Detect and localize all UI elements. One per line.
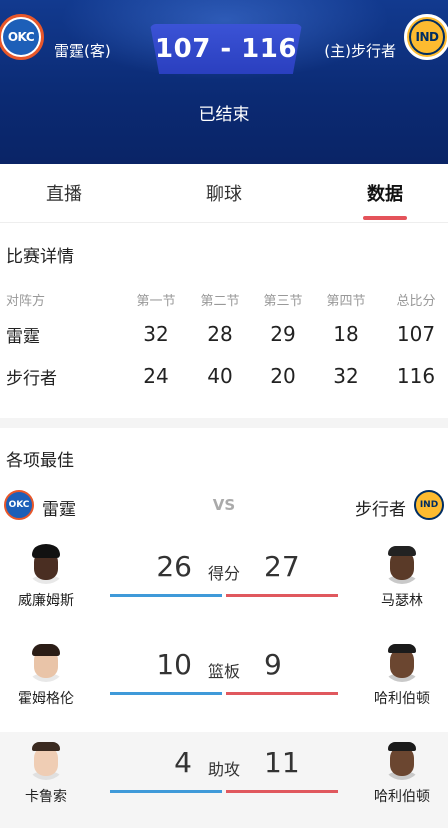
row-q4: 18 — [333, 322, 359, 346]
header-q4: 第四节 — [326, 294, 366, 309]
stat-label: 助攻 — [207, 760, 240, 779]
right-stat-bar — [226, 594, 338, 597]
right-team-name: 步行者 — [355, 500, 406, 520]
vs-row: OKC 雷霆 VS 步行者 IND — [0, 486, 448, 526]
header-q2: 第二节 — [200, 294, 240, 309]
left-stat-bar — [110, 594, 222, 597]
home-logo-text: IND — [409, 19, 445, 55]
stat-label: 篮板 — [207, 662, 240, 681]
stat-rebounds-block: 霍姆格伦 10 篮板 9 哈利伯顿 — [0, 634, 448, 730]
left-player-name[interactable]: 威廉姆斯 — [0, 590, 101, 610]
left-stat-bar — [110, 692, 222, 695]
header-total: 总比分 — [396, 294, 436, 309]
game-status: 已结束 — [198, 105, 250, 125]
best-players-title: 各项最佳 — [6, 451, 74, 471]
right-stat-bar — [226, 790, 338, 793]
right-stat-value: 11 — [264, 746, 300, 779]
home-team-logo[interactable]: IND — [404, 14, 448, 60]
right-player-name[interactable]: 哈利伯顿 — [347, 688, 448, 708]
header-q3: 第三节 — [263, 294, 303, 309]
row-total: 116 — [396, 364, 436, 388]
left-player-avatar[interactable] — [26, 740, 66, 780]
row-q1: 24 — [143, 364, 169, 388]
home-team-name[interactable]: (主)步行者 — [324, 40, 396, 61]
game-header: OKC 雷霆(客) 107 - 116 (主)步行者 IND 已结束 — [0, 0, 448, 164]
right-stat-value: 27 — [264, 550, 300, 583]
row-team: 雷霆 — [6, 327, 40, 347]
stat-assists-block: 卡鲁索 4 助攻 11 哈利伯顿 — [0, 732, 448, 828]
score-display: 107 - 116 — [150, 24, 302, 74]
left-player-name[interactable]: 霍姆格伦 — [0, 688, 101, 708]
tab-live[interactable]: 直播 — [14, 164, 114, 222]
left-stat-value: 10 — [156, 648, 192, 681]
active-tab-indicator — [363, 216, 407, 220]
away-logo-text: OKC — [3, 19, 39, 55]
right-player-name[interactable]: 马瑟林 — [347, 590, 448, 610]
left-player-avatar[interactable] — [26, 544, 66, 584]
right-player-avatar[interactable] — [382, 740, 422, 780]
right-stat-value: 9 — [264, 648, 282, 681]
right-player-name[interactable]: 哈利伯顿 — [347, 786, 448, 806]
left-stat-value: 4 — [174, 746, 192, 779]
row-q2: 40 — [207, 364, 233, 388]
left-player-name[interactable]: 卡鲁索 — [0, 786, 101, 806]
stat-label: 得分 — [207, 564, 240, 583]
row-q4: 32 — [333, 364, 359, 388]
row-q1: 32 — [143, 322, 169, 346]
right-player-avatar[interactable] — [382, 544, 422, 584]
row-q2: 28 — [207, 322, 233, 346]
left-player-avatar[interactable] — [26, 642, 66, 682]
right-stat-bar — [226, 692, 338, 695]
header-matchup: 对阵方 — [6, 294, 46, 309]
right-team-mini-logo: IND — [414, 490, 444, 520]
stat-points-block: 威廉姆斯 26 得分 27 马瑟林 — [0, 536, 448, 632]
header-q1: 第一节 — [136, 294, 176, 309]
away-team-name[interactable]: 雷霆(客) — [54, 40, 111, 61]
away-team-logo[interactable]: OKC — [0, 14, 44, 60]
tab-chat[interactable]: 聊球 — [174, 164, 274, 222]
section-gap — [0, 418, 448, 428]
row-total: 107 — [396, 322, 436, 346]
tab-bar: 直播 聊球 数据 — [0, 164, 448, 222]
tabs-divider — [0, 222, 448, 223]
left-stat-value: 26 — [156, 550, 192, 583]
match-details-title: 比赛详情 — [6, 247, 74, 267]
right-player-avatar[interactable] — [382, 642, 422, 682]
row-q3: 20 — [270, 364, 296, 388]
left-stat-bar — [110, 790, 222, 793]
row-team: 步行者 — [6, 369, 57, 389]
row-q3: 29 — [270, 322, 296, 346]
score-row: OKC 雷霆(客) 107 - 116 (主)步行者 IND — [0, 14, 448, 74]
tab-data[interactable]: 数据 — [335, 164, 435, 222]
